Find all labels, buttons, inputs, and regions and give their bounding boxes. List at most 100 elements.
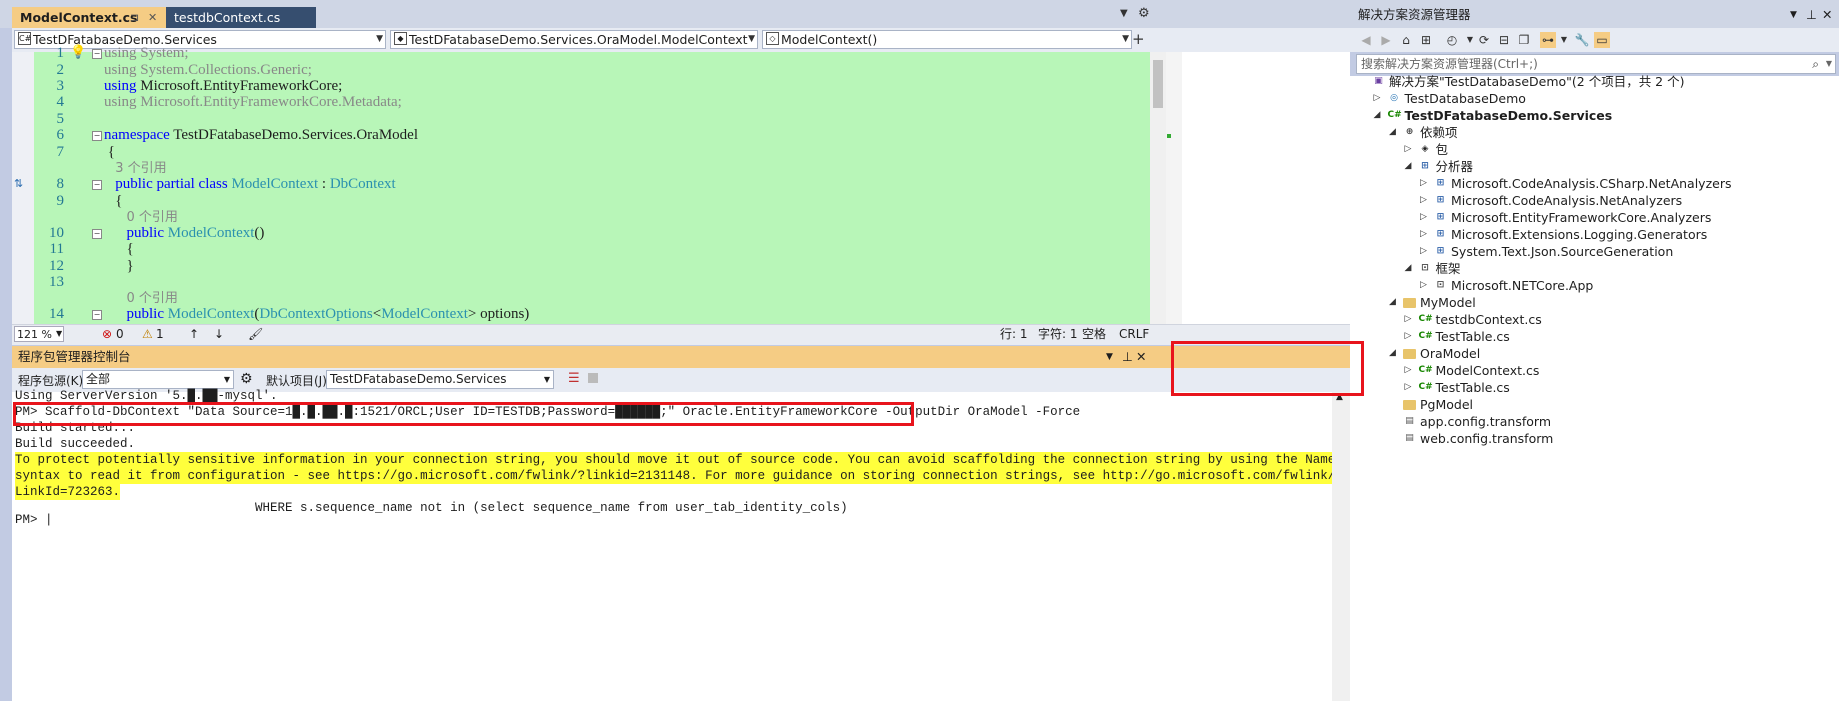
highlight-oramodel-box <box>1171 341 1364 396</box>
sln-icon: ▣ <box>1374 76 1383 86</box>
package-source-label: 程序包源(K): <box>18 374 88 388</box>
tree-node-label: Microsoft.EntityFrameworkCore.Analyzers <box>1451 210 1712 225</box>
chevron-down-icon[interactable]: ▼ <box>1826 55 1832 73</box>
window-menu-icon[interactable]: ▼ <box>1790 0 1797 30</box>
fold-toggle-icon[interactable]: − <box>92 180 102 190</box>
code-text: { <box>104 241 134 257</box>
type-dropdown[interactable]: ◆ TestDFatabaseDemo.Services.OraModel.Mo… <box>390 30 758 49</box>
expand-arrow-icon[interactable]: ▷ <box>1374 90 1381 107</box>
properties-wrench-icon[interactable]: 🔧 <box>1574 32 1590 48</box>
error-icon[interactable]: ⊗ <box>102 325 112 343</box>
pmc-vertical-scrollbar[interactable]: ▲ <box>1332 392 1350 701</box>
expand-arrow-icon[interactable]: ▷ <box>1420 226 1427 243</box>
sync-icon[interactable]: ⟳ <box>1476 32 1492 48</box>
close-icon[interactable]: ✕ <box>1822 0 1832 30</box>
settings-gear-icon[interactable]: ⚙ <box>1138 6 1150 21</box>
tree-node-label: PgModel <box>1420 397 1474 412</box>
cs-icon: C# <box>1418 365 1433 375</box>
pin-icon[interactable]: ⊥ <box>1122 346 1133 368</box>
pending-changes-icon[interactable]: ◴ <box>1444 32 1460 48</box>
clear-console-icon[interactable]: ☰ <box>568 371 580 386</box>
editor-vertical-scrollbar[interactable] <box>1150 52 1166 324</box>
pmc-title: 程序包管理器控制台 <box>18 349 131 364</box>
fw-icon: ⊡ <box>1436 280 1445 290</box>
warning-icon[interactable]: ⚠ <box>142 325 153 343</box>
switch-views-icon[interactable]: ⊞ <box>1418 32 1434 48</box>
tab-modelcontext[interactable]: ModelContext.cs ⊐ ✕ <box>12 7 166 28</box>
scrollbar-thumb[interactable] <box>1153 60 1163 108</box>
collapse-all-icon[interactable]: ⊟ <box>1496 32 1512 48</box>
code-text: 0 个引用 <box>126 210 178 225</box>
tree-node-label: OraModel <box>1420 346 1481 361</box>
fold-toggle-icon[interactable]: − <box>92 310 102 320</box>
fold-toggle-icon[interactable]: − <box>92 49 102 59</box>
analyzer-icon: ⊞ <box>1436 212 1445 222</box>
console-warning-line: LinkId=723263. <box>15 484 121 500</box>
line-number: 8 <box>56 176 65 192</box>
console-warning-line: To protect potentially sensitive informa… <box>15 452 1343 468</box>
collapse-arrow-icon[interactable]: ◢ <box>1405 260 1412 277</box>
expand-arrow-icon[interactable]: ▷ <box>1420 243 1427 260</box>
change-marker <box>1167 134 1171 138</box>
stop-icon[interactable] <box>588 373 598 383</box>
overview-ruler <box>1166 52 1182 324</box>
close-icon[interactable]: ✕ <box>148 7 157 28</box>
pin-icon[interactable]: ⊐ <box>130 7 139 28</box>
collapse-arrow-icon[interactable]: ◢ <box>1405 158 1412 175</box>
home-icon[interactable]: ⌂ <box>1398 32 1414 48</box>
collapse-arrow-icon[interactable]: ◢ <box>1389 124 1396 141</box>
default-project-dropdown[interactable]: TestDFatabaseDemo.Services ▼ <box>326 370 554 389</box>
tree-node-label: app.config.transform <box>1420 414 1552 429</box>
tree-node-label: Microsoft.Extensions.Logging.Generators <box>1451 227 1708 242</box>
split-window-icon[interactable]: + <box>1132 30 1145 48</box>
expand-arrow-icon[interactable]: ▷ <box>1420 192 1427 209</box>
collapse-arrow-icon[interactable]: ◢ <box>1389 294 1396 311</box>
fold-toggle-icon[interactable]: − <box>92 131 102 141</box>
preview-icon[interactable]: ▭ <box>1594 32 1610 48</box>
expand-arrow-icon[interactable]: ▷ <box>1420 277 1427 294</box>
expand-arrow-icon[interactable]: ▷ <box>1405 141 1412 158</box>
collapse-arrow-icon[interactable]: ◢ <box>1389 345 1396 362</box>
solution-search-input[interactable]: 搜索解决方案资源管理器(Ctrl+;) ⌕ ▼ <box>1356 54 1836 74</box>
package-source-dropdown[interactable]: 全部 ▼ <box>82 370 234 389</box>
indent-mode[interactable]: 空格 <box>1082 325 1106 343</box>
override-marker-icon[interactable]: ⇅ <box>14 177 23 190</box>
collapse-arrow-icon[interactable]: ◢ <box>1374 107 1381 124</box>
console-line: WHERE s.sequence_name not in (select seq… <box>15 501 848 515</box>
line-number: 9 <box>56 193 65 209</box>
tree-node-label: 依赖项 <box>1420 125 1458 140</box>
previous-issue-icon[interactable]: ↑ <box>189 325 199 343</box>
member-dropdown[interactable]: ◇ ModelContext() ▼ <box>762 30 1132 49</box>
code-text: 0 个引用 <box>126 291 178 306</box>
lightbulb-icon[interactable]: 💡 <box>70 45 86 60</box>
default-project-label: 默认项目(J): <box>266 374 331 388</box>
line-endings[interactable]: CRLF <box>1119 325 1149 343</box>
expand-arrow-icon[interactable]: ▷ <box>1405 328 1412 345</box>
search-icon[interactable]: ⌕ <box>1812 55 1819 73</box>
expand-arrow-icon[interactable]: ▷ <box>1420 209 1427 226</box>
back-icon[interactable]: ◀ <box>1358 32 1374 48</box>
forward-icon[interactable]: ▶ <box>1378 32 1394 48</box>
show-all-files-icon[interactable]: ❐ <box>1516 32 1532 48</box>
close-icon[interactable]: ✕ <box>1136 346 1146 368</box>
console-line: PM> | <box>15 513 53 527</box>
expand-arrow-icon[interactable]: ▷ <box>1405 379 1412 396</box>
tab-testdbcontext[interactable]: testdbContext.cs <box>166 7 316 28</box>
pin-icon[interactable]: ⊥ <box>1806 0 1817 30</box>
tab-label: testdbContext.cs <box>174 10 281 25</box>
cleanup-brush-icon[interactable]: 🖌 <box>248 325 263 343</box>
fold-toggle-icon[interactable]: − <box>92 229 102 239</box>
tab-list-dropdown-icon[interactable]: ▼ <box>1120 8 1128 19</box>
warning-count: 1 <box>156 327 164 341</box>
expand-arrow-icon[interactable]: ▷ <box>1420 175 1427 192</box>
expand-arrow-icon[interactable]: ▷ <box>1405 311 1412 328</box>
filter-icon[interactable]: ⊶ <box>1540 32 1556 48</box>
chevron-down-icon[interactable]: ▼ <box>1556 32 1572 48</box>
next-issue-icon[interactable]: ↓ <box>214 325 224 343</box>
solution-explorer-title: 解决方案资源管理器 <box>1358 7 1471 22</box>
gear-icon[interactable]: ⚙ <box>240 371 253 387</box>
window-menu-icon[interactable]: ▼ <box>1106 346 1113 368</box>
code-text: namespace TestDFatabaseDemo.Services.Ora… <box>104 127 418 143</box>
pmc-console-output[interactable] <box>12 392 1350 701</box>
expand-arrow-icon[interactable]: ▷ <box>1405 362 1412 379</box>
